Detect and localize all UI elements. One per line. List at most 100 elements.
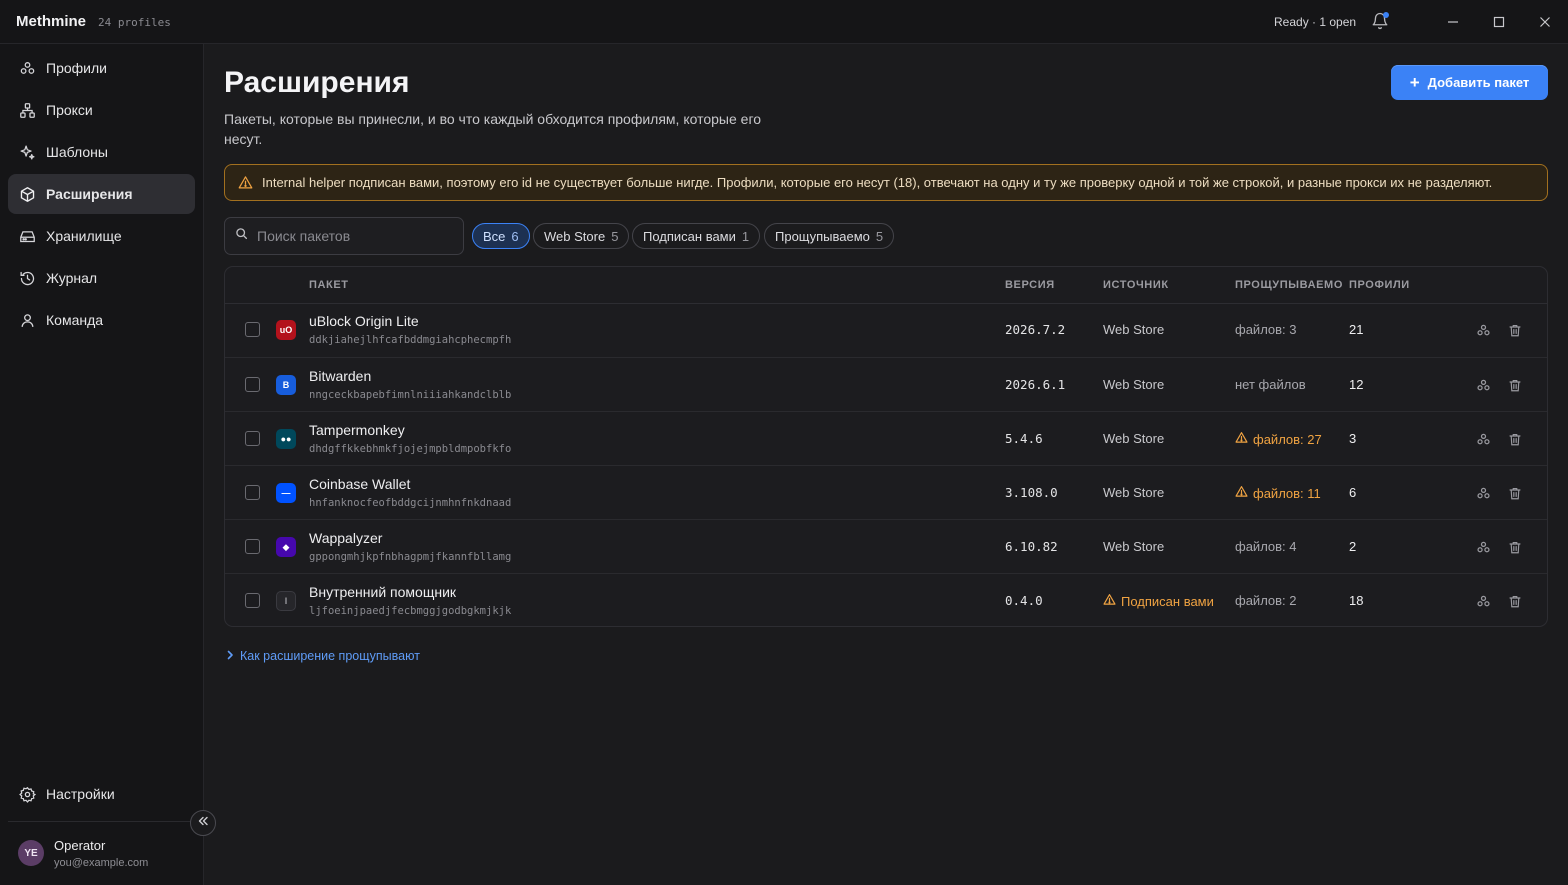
extension-probeable: файлов: 3 — [1235, 322, 1297, 337]
assign-profiles-icon[interactable] — [1474, 430, 1492, 448]
extension-profiles-count: 12 — [1349, 377, 1364, 392]
sidebar-item-label: Профили — [46, 60, 107, 76]
trash-icon[interactable] — [1506, 430, 1524, 448]
filter-chip-web-store[interactable]: Web Store 5 — [533, 223, 630, 249]
extension-id: gppongmhjkpfnbhagpmjfkannfbllamg — [309, 551, 512, 563]
trash-icon[interactable] — [1506, 592, 1524, 610]
how-probing-works-link[interactable]: Как расширение прощупывают — [226, 649, 420, 663]
extension-probeable: файлов: 2 — [1235, 593, 1297, 608]
extension-profiles-count: 18 — [1349, 593, 1364, 608]
sidebar-item-proxy[interactable]: Прокси — [8, 90, 195, 130]
profiles-count: 24 profiles — [98, 16, 171, 29]
source-label: Web Store — [1103, 322, 1165, 337]
table-row[interactable]: uO uBlock Origin Lite ddkjiahejlhfcafbddmg… — [225, 303, 1547, 357]
extension-name: Bitwarden — [309, 368, 372, 384]
extension-source: Web Store — [1103, 485, 1164, 500]
sidebar-item-storage[interactable]: Хранилище — [8, 216, 195, 256]
column-header-profiles[interactable]: ПРОФИЛИ — [1349, 279, 1410, 291]
sidebar-item-label: Журнал — [46, 270, 98, 286]
table-row[interactable]: ◆ Wappalyzer gppongmhjkpfnbhagpmjfkannfbll… — [225, 519, 1547, 573]
sidebar-item-templates[interactable]: Шаблоны — [8, 132, 195, 172]
assign-profiles-icon[interactable] — [1474, 321, 1492, 339]
extension-logo-icon: I — [276, 591, 296, 611]
extension-source: Подписан вами — [1103, 593, 1214, 609]
sidebar-item-label: Расширения — [46, 186, 133, 202]
extension-id: ddkjiahejlhfcafbddmgiahcphecmpfh — [309, 334, 512, 346]
trash-icon[interactable] — [1506, 484, 1524, 502]
packages-table: ПАКЕТ ВЕРСИЯ ИСТОЧНИК ПРОЩУПЫВАЕМО ПРОФИ… — [224, 266, 1548, 627]
app-status: Ready · 1 open — [1274, 15, 1357, 29]
row-checkbox[interactable] — [245, 485, 260, 500]
row-checkbox[interactable] — [245, 322, 260, 337]
table-row[interactable]: B Bitwarden nngceckbapebfimnlniiiahkandclb… — [225, 357, 1547, 411]
extension-version: 2026.7.2 — [1005, 322, 1066, 337]
maximize-button[interactable] — [1489, 12, 1509, 32]
filter-chip-probeable[interactable]: Прощупываемо 5 — [764, 223, 895, 249]
user-email: you@example.com — [54, 857, 149, 869]
column-header-source[interactable]: ИСТОЧНИК — [1103, 279, 1169, 291]
profiles-icon — [18, 59, 36, 77]
column-header-package[interactable]: ПАКЕТ — [309, 279, 349, 291]
history-icon — [18, 269, 36, 287]
row-checkbox[interactable] — [245, 377, 260, 392]
extension-probeable: файлов: 4 — [1235, 539, 1297, 554]
trash-icon[interactable] — [1506, 321, 1524, 339]
collapse-sidebar-button[interactable] — [190, 810, 216, 836]
extension-version: 6.10.82 — [1005, 539, 1058, 554]
assign-profiles-icon[interactable] — [1474, 484, 1492, 502]
search-box[interactable] — [224, 217, 464, 255]
table-row[interactable]: ●● Tampermonkey dhdgffkkebhmkfjojejmpbldmp… — [225, 411, 1547, 465]
table-row[interactable]: I Внутренний помощник ljfoeinjpaedjfecbmgg… — [225, 573, 1547, 626]
warning-icon — [1103, 593, 1121, 609]
sidebar-item-history[interactable]: Журнал — [8, 258, 195, 298]
sidebar-item-label: Команда — [46, 312, 104, 328]
probe-label: файлов: 27 — [1253, 431, 1322, 447]
assign-profiles-icon[interactable] — [1474, 592, 1492, 610]
sidebar-item-extensions[interactable]: Расширения — [8, 174, 195, 214]
page-title: Расширения — [224, 66, 410, 99]
extension-id: dhdgffkkebhmkfjojejmpbldmpobfkfo — [309, 443, 512, 455]
warning-banner: Internal helper подписан вами, поэтому е… — [224, 164, 1548, 201]
search-input[interactable] — [257, 228, 447, 244]
add-package-button[interactable]: + Добавить пакет — [1391, 65, 1548, 100]
notification-dot — [1383, 12, 1389, 18]
extension-logo-icon: uO — [276, 320, 296, 340]
extensions-icon — [18, 185, 36, 203]
assign-profiles-icon[interactable] — [1474, 376, 1492, 394]
row-checkbox[interactable] — [245, 593, 260, 608]
extension-logo-icon: B — [276, 375, 296, 395]
how-probing-works-label: Как расширение прощупывают — [240, 649, 420, 663]
assign-profiles-icon[interactable] — [1474, 538, 1492, 556]
row-checkbox[interactable] — [245, 431, 260, 446]
filter-chip-all[interactable]: Все 6 — [472, 223, 530, 249]
warning-icon — [1235, 485, 1253, 501]
filter-count: 5 — [611, 228, 619, 244]
title-bar: Methmine 24 profiles Ready · 1 open — [0, 0, 1568, 44]
sidebar-item-settings[interactable]: Настройки — [8, 774, 195, 814]
sidebar-item-profiles[interactable]: Профили — [8, 48, 195, 88]
minimize-button[interactable] — [1443, 12, 1463, 32]
user-name: Operator — [54, 838, 106, 853]
extension-probeable: файлов: 11 — [1235, 485, 1321, 501]
chevron-right-icon — [226, 649, 234, 663]
source-label: Подписан вами — [1121, 593, 1214, 609]
column-header-version[interactable]: ВЕРСИЯ — [1005, 279, 1055, 291]
trash-icon[interactable] — [1506, 538, 1524, 556]
sidebar-item-team[interactable]: Команда — [8, 300, 195, 340]
extension-version: 2026.6.1 — [1005, 377, 1066, 392]
settings-label: Настройки — [46, 786, 115, 802]
extension-source: Web Store — [1103, 377, 1164, 392]
row-checkbox[interactable] — [245, 539, 260, 554]
close-window-button[interactable] — [1535, 12, 1555, 32]
filter-chip-signed-by-you[interactable]: Подписан вами 1 — [632, 223, 761, 249]
column-header-probeable[interactable]: ПРОЩУПЫВАЕМО — [1235, 279, 1343, 291]
filter-label: Подписан вами — [643, 228, 736, 244]
extension-source: Web Store — [1103, 431, 1164, 446]
trash-icon[interactable] — [1506, 376, 1524, 394]
filter-count: 6 — [511, 228, 519, 244]
avatar[interactable]: YE — [18, 840, 44, 866]
table-row[interactable]: — Coinbase Wallet hnfanknocfeofbddgcijnmhn… — [225, 465, 1547, 519]
sidebar-item-label: Шаблоны — [46, 144, 108, 160]
team-icon — [18, 311, 36, 329]
table-body: uO uBlock Origin Lite ddkjiahejlhfcafbddmg… — [225, 303, 1547, 626]
